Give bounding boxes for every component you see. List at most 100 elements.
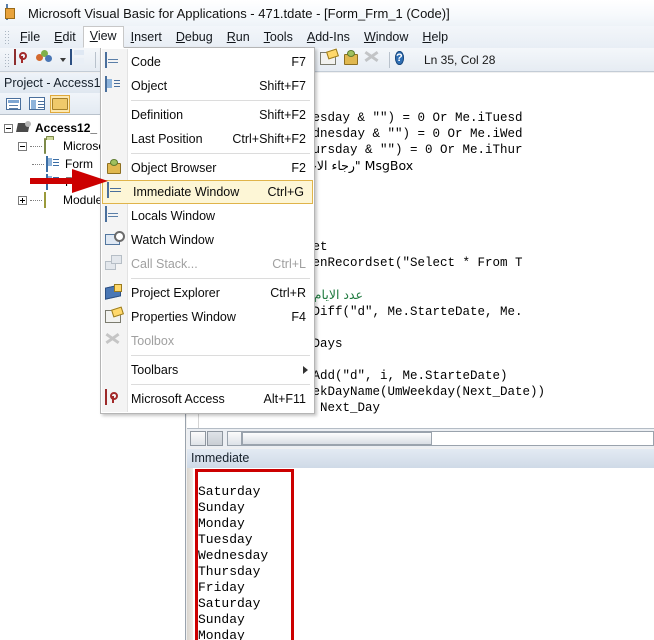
menu-window[interactable]: Window: [357, 27, 415, 48]
collapse-icon[interactable]: [4, 123, 13, 133]
menu-debug[interactable]: Debug: [169, 27, 220, 48]
save-icon[interactable]: [70, 48, 90, 70]
menu-item-immediate-window[interactable]: Immediate Window Ctrl+G: [102, 180, 313, 204]
menu-item-shortcut: Shift+F2: [259, 108, 306, 122]
immediate-window-title: Immediate: [187, 449, 654, 468]
tree-connector: [30, 199, 42, 201]
output-line: Monday: [198, 516, 245, 531]
menu-item-label: Code: [131, 55, 161, 69]
folder-modules-icon: [44, 192, 60, 208]
collapse-icon[interactable]: [18, 141, 27, 151]
toolbox-icon[interactable]: [364, 50, 384, 70]
toggle-folders-button[interactable]: [50, 94, 70, 113]
vba-project-icon: [16, 121, 32, 135]
view-menu-dropdown: Code F7 Object Shift+F7 Definition Shift…: [100, 47, 315, 414]
tree-label-project: Access12_: [35, 121, 98, 135]
output-line: Thursday: [198, 564, 261, 579]
menu-item-watch-window[interactable]: Watch Window: [101, 228, 314, 252]
menu-item-definition[interactable]: Definition Shift+F2: [101, 103, 314, 127]
locals-window-icon: [105, 206, 125, 225]
tree-label-form-2: Fo: [65, 175, 80, 189]
menu-grip-icon[interactable]: [4, 30, 10, 44]
output-line: Sunday: [198, 612, 245, 627]
toolbar-separator: [95, 51, 96, 68]
cursor-position-indicator: Ln 35, Col 28: [424, 52, 496, 67]
menu-edit[interactable]: Edit: [47, 27, 83, 48]
window-title: Microsoft Visual Basic for Applications …: [28, 5, 450, 21]
menu-item-object[interactable]: Object Shift+F7: [101, 74, 314, 98]
object-window-icon: [105, 76, 125, 95]
scroll-left-arrow-icon[interactable]: [228, 432, 242, 445]
menu-item-label: Toolbars: [131, 363, 179, 377]
blank-icon: [105, 106, 125, 124]
full-module-view-button[interactable]: [207, 431, 223, 446]
code-window-icon: [105, 52, 125, 71]
output-line: Sunday: [198, 500, 245, 515]
horizontal-scrollbar[interactable]: [227, 431, 654, 446]
menu-insert[interactable]: Insert: [124, 27, 169, 48]
menu-item-toolbox: Toolbox: [101, 329, 314, 353]
menu-item-shortcut: F4: [291, 310, 306, 324]
menu-separator: [131, 100, 310, 101]
call-stack-icon: [105, 255, 125, 273]
output-line: Tuesday: [198, 532, 253, 547]
menu-item-label: Locals Window: [131, 209, 216, 223]
object-browser-icon: [105, 159, 125, 177]
menu-item-locals-window[interactable]: Locals Window: [101, 204, 314, 228]
shapes-icon[interactable]: [36, 49, 56, 70]
output-line: Friday: [198, 580, 245, 595]
menu-item-project-explorer[interactable]: Project Explorer Ctrl+R: [101, 281, 314, 305]
code-window-bottom-bar: [187, 428, 654, 448]
menu-item-shortcut: F2: [291, 161, 306, 175]
menu-help[interactable]: Help: [415, 27, 455, 48]
menu-file[interactable]: File: [13, 27, 47, 48]
menu-item-shortcut: Alt+F11: [263, 392, 307, 406]
menu-item-shortcut: Ctrl+L: [272, 257, 306, 271]
procedure-view-button[interactable]: [190, 431, 206, 446]
immediate-window-body[interactable]: Saturday Sunday Monday Tuesday Wednesday…: [187, 468, 654, 640]
menu-item-call-stack: Call Stack... Ctrl+L: [101, 252, 314, 276]
output-line: Wednesday: [198, 548, 269, 563]
menu-item-label: Project Explorer: [131, 286, 220, 300]
folder-green-icon: [44, 138, 60, 154]
help-icon[interactable]: ?: [395, 50, 415, 70]
menu-tools[interactable]: Tools: [257, 27, 300, 48]
menu-separator: [131, 278, 310, 279]
blank-icon: [105, 130, 125, 148]
immediate-window-icon: [107, 182, 127, 201]
menu-separator: [131, 384, 310, 385]
tree-label-form-1: Form: [65, 157, 93, 171]
vba-app-icon: [6, 4, 22, 21]
menu-item-label: Last Position: [131, 132, 203, 146]
menu-item-label: Immediate Window: [133, 185, 240, 199]
menu-item-properties-window[interactable]: Properties Window F4: [101, 305, 314, 329]
menu-addins[interactable]: Add-Ins: [300, 27, 357, 48]
expand-icon[interactable]: [18, 195, 27, 205]
immediate-output[interactable]: Saturday Sunday Monday Tuesday Wednesday…: [198, 484, 268, 640]
scrollbar-thumb[interactable]: [242, 432, 432, 445]
menu-item-label: Object: [131, 79, 168, 93]
menu-item-toolbars[interactable]: Toolbars: [101, 358, 314, 382]
menu-run[interactable]: Run: [220, 27, 257, 48]
menu-item-label: Toolbox: [131, 334, 175, 348]
toolbar-grip-icon[interactable]: [4, 52, 10, 67]
tree-connector: [30, 145, 42, 147]
menu-item-code[interactable]: Code F7: [101, 50, 314, 74]
menu-item-label: Watch Window: [131, 233, 214, 247]
object-browser-icon[interactable]: [342, 50, 362, 70]
output-line: Saturday: [198, 596, 261, 611]
menu-item-microsoft-access[interactable]: Microsoft Access Alt+F11: [101, 387, 314, 411]
menu-view[interactable]: View: [82, 26, 124, 48]
chevron-down-icon[interactable]: [60, 57, 66, 62]
menu-item-shortcut: Ctrl+Shift+F2: [232, 132, 306, 146]
view-object-button[interactable]: [27, 95, 47, 113]
access-icon: [105, 389, 125, 408]
properties-icon[interactable]: [320, 50, 340, 70]
watch-window-icon: [105, 231, 125, 249]
menu-item-last-position[interactable]: Last Position Ctrl+Shift+F2: [101, 127, 314, 151]
menu-item-label: Properties Window: [131, 310, 236, 324]
menu-item-object-browser[interactable]: Object Browser F2: [101, 156, 314, 180]
submenu-chevron-right-icon: [303, 366, 308, 374]
key-icon[interactable]: [14, 48, 34, 70]
view-code-button[interactable]: [4, 95, 24, 113]
